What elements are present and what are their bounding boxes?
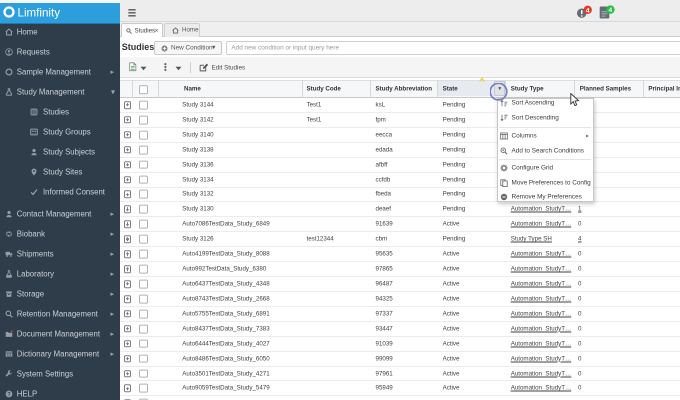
svg-text:4: 4 [586,7,590,14]
svg-text:4: 4 [609,7,613,14]
